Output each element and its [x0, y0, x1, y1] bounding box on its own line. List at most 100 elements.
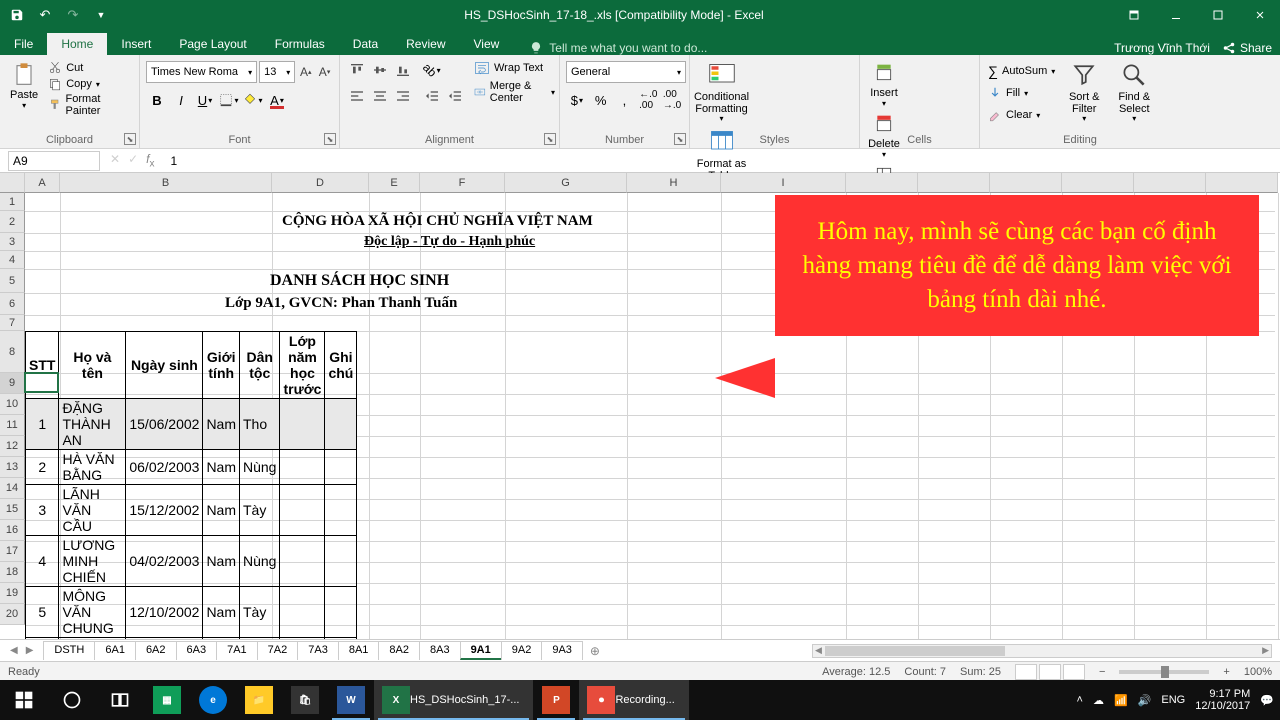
taskbar-app-excel[interactable]: XHS_DSHocSinh_17-... [374, 680, 533, 720]
increase-decimal-icon[interactable]: ←.0.00 [637, 89, 659, 111]
sheet-tab-6A2[interactable]: 6A2 [135, 641, 177, 660]
sheet-tab-9A1[interactable]: 9A1 [460, 641, 502, 660]
fill-button[interactable]: Fill▾ [988, 83, 1055, 103]
save-icon[interactable] [4, 2, 30, 28]
alignment-launcher-icon[interactable]: ⬊ [544, 133, 556, 145]
tab-formulas[interactable]: Formulas [261, 33, 339, 55]
sheet-tab-9A3[interactable]: 9A3 [541, 641, 583, 660]
font-color-button[interactable]: A▾ [266, 89, 288, 111]
sheet-tab-8A3[interactable]: 8A3 [419, 641, 461, 660]
col-header-F[interactable]: F [420, 173, 505, 193]
row-header-13[interactable]: 13 [0, 457, 25, 478]
row-header-5[interactable]: 5 [0, 269, 25, 293]
row-header-10[interactable]: 10 [0, 394, 25, 415]
ribbon-options-icon[interactable] [1114, 0, 1154, 30]
qat-customize-icon[interactable]: ▼ [88, 2, 114, 28]
taskbar-app-sheets[interactable]: ▦ [144, 680, 190, 720]
align-top-icon[interactable] [346, 59, 368, 81]
tray-onedrive-icon[interactable]: ☁ [1093, 694, 1104, 707]
start-button[interactable] [0, 680, 48, 720]
col-header-G[interactable]: G [505, 173, 627, 193]
align-left-icon[interactable] [346, 85, 368, 107]
row-header-20[interactable]: 20 [0, 604, 25, 625]
row-header-7[interactable]: 7 [0, 315, 25, 331]
row-header-3[interactable]: 3 [0, 233, 25, 251]
tab-view[interactable]: View [460, 33, 514, 55]
number-format-select[interactable]: General▾ [566, 61, 686, 83]
share-button[interactable]: Share [1222, 41, 1272, 55]
insert-cells-button[interactable]: Insert▾ [864, 57, 904, 108]
taskbar-app-recorder[interactable]: ⏺Recording... [579, 680, 688, 720]
sheet-tab-7A1[interactable]: 7A1 [216, 641, 258, 660]
new-sheet-icon[interactable]: ⊕ [582, 644, 608, 658]
border-button[interactable]: ▾ [218, 89, 240, 111]
row-header-18[interactable]: 18 [0, 562, 25, 583]
tray-network-icon[interactable]: 📶 [1114, 694, 1128, 707]
row-header-9[interactable]: 9 [0, 373, 25, 394]
view-page-layout-icon[interactable] [1039, 664, 1061, 680]
select-all-corner[interactable] [0, 173, 25, 193]
row-header-17[interactable]: 17 [0, 541, 25, 562]
find-select-button[interactable]: Find & Select▾ [1109, 57, 1159, 129]
row-header-11[interactable]: 11 [0, 415, 25, 436]
percent-format-icon[interactable]: % [590, 89, 612, 111]
tray-volume-icon[interactable]: 🔊 [1138, 694, 1152, 707]
tab-data[interactable]: Data [339, 33, 392, 55]
tab-page-layout[interactable]: Page Layout [165, 33, 260, 55]
zoom-level[interactable]: 100% [1244, 666, 1272, 678]
user-name[interactable]: Trương Vĩnh Thới [1114, 41, 1210, 55]
fill-color-button[interactable]: ▾ [242, 89, 264, 111]
font-name-select[interactable]: Times New Roma▾ [146, 61, 257, 83]
undo-icon[interactable]: ↶ [32, 2, 58, 28]
align-middle-icon[interactable] [369, 59, 391, 81]
tray-notifications-icon[interactable]: 💬 [1260, 694, 1274, 707]
sheet-tab-7A2[interactable]: 7A2 [257, 641, 299, 660]
cut-button[interactable]: Cut [48, 61, 135, 75]
zoom-out-icon[interactable]: − [1099, 666, 1105, 678]
decrease-indent-icon[interactable] [421, 85, 443, 107]
grow-font-icon[interactable]: A▴ [297, 61, 314, 83]
align-bottom-icon[interactable] [392, 59, 414, 81]
shrink-font-icon[interactable]: A▾ [316, 61, 333, 83]
sheet-tab-6A1[interactable]: 6A1 [94, 641, 136, 660]
comma-format-icon[interactable]: , [614, 89, 636, 111]
tab-review[interactable]: Review [392, 33, 459, 55]
increase-indent-icon[interactable] [444, 85, 466, 107]
autosum-button[interactable]: ∑AutoSum▾ [988, 61, 1055, 81]
align-center-icon[interactable] [369, 85, 391, 107]
spreadsheet-grid[interactable]: ABDEFGHI 1234567891011121314151617181920… [0, 173, 1280, 639]
taskbar-app-store[interactable]: 🛍 [282, 680, 328, 720]
row-header-1[interactable]: 1 [0, 193, 25, 211]
sheet-nav-next-icon[interactable]: ▶ [26, 645, 34, 656]
task-view-icon[interactable] [96, 680, 144, 720]
row-header-8[interactable]: 8 [0, 331, 25, 373]
col-header-A[interactable]: A [25, 173, 60, 193]
enter-formula-icon[interactable]: ✓ [128, 152, 138, 169]
row-header-19[interactable]: 19 [0, 583, 25, 604]
sheet-tab-8A1[interactable]: 8A1 [338, 641, 380, 660]
accounting-format-icon[interactable]: $▾ [566, 89, 588, 111]
view-normal-icon[interactable] [1015, 664, 1037, 680]
redo-icon[interactable]: ↷ [60, 2, 86, 28]
zoom-in-icon[interactable]: + [1223, 666, 1229, 678]
col-header-I[interactable]: I [721, 173, 846, 193]
cancel-formula-icon[interactable]: ✕ [110, 152, 120, 169]
font-launcher-icon[interactable]: ⬊ [324, 133, 336, 145]
row-header-12[interactable]: 12 [0, 436, 25, 457]
italic-button[interactable]: I [170, 89, 192, 111]
row-header-14[interactable]: 14 [0, 478, 25, 499]
row-header-6[interactable]: 6 [0, 293, 25, 315]
insert-function-icon[interactable]: fx [146, 152, 154, 169]
maximize-icon[interactable] [1198, 0, 1238, 30]
conditional-formatting-button[interactable]: Conditional Formatting▾ [694, 57, 749, 124]
tray-language-icon[interactable]: ENG [1161, 694, 1185, 706]
sort-filter-button[interactable]: Sort & Filter▾ [1059, 57, 1109, 129]
close-icon[interactable] [1240, 0, 1280, 30]
clipboard-launcher-icon[interactable]: ⬊ [124, 133, 136, 145]
row-header-4[interactable]: 4 [0, 251, 25, 269]
zoom-slider[interactable] [1119, 670, 1209, 674]
student-table[interactable]: STTHọ và tênNgày sinhGiới tínhDân tộcLớp… [25, 331, 357, 639]
view-page-break-icon[interactable] [1063, 664, 1085, 680]
col-header-E[interactable]: E [369, 173, 420, 193]
paste-button[interactable]: Paste▾ [4, 57, 44, 117]
